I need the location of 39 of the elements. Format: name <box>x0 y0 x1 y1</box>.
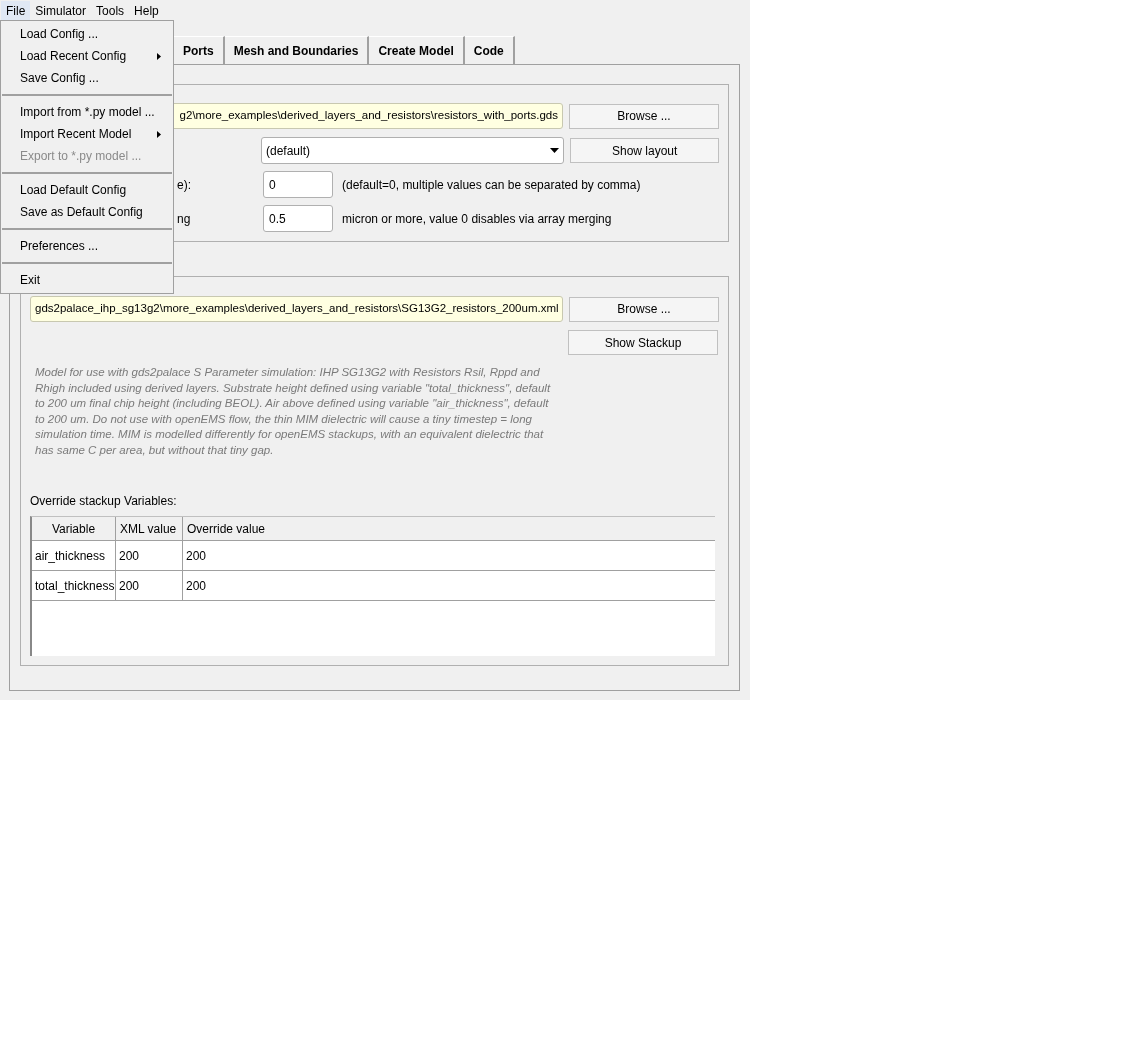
menu-item[interactable]: Save Config ... <box>1 67 173 89</box>
table-cell: 200 <box>116 571 183 600</box>
column-header[interactable]: Override value <box>183 517 715 540</box>
tab[interactable]: Mesh and Boundaries <box>224 36 370 64</box>
dropdown-caret-icon <box>550 148 560 153</box>
stackup-description: Model for use with gds2palace S Parameter simulation: IHP SG13G2 with Resistors Rsil, Rppd and Rhigh included using derived layers. Substrate height defined using variable "total_thickness", default to 200 um final chip height (including BEOL). Air above defined using variable "air_thickness", default to 200 um. Do not use with openEMS flow, the thin MIM dielectric will cause a tiny timestep = long simulation time. MIM is modelled differently for openEMS stackups, with an equivalent dielectric that has same C per area, but without that tiny gap. <box>35 365 552 458</box>
cell-dropdown[interactable]: (default) <box>260 137 565 164</box>
menu-item[interactable]: Load Config ... <box>1 23 173 45</box>
table-cell: 200 <box>116 541 183 570</box>
tab[interactable]: Create Model <box>369 36 465 64</box>
show-layout-button[interactable]: Show layout <box>570 138 719 163</box>
table-cell-text: 200 <box>185 547 208 565</box>
menu-bar-item[interactable]: File <box>1 1 31 21</box>
hint-text: (default=0, multiple values can be separated by comma) <box>342 176 641 194</box>
browse-button[interactable]: Browse ... <box>569 296 719 322</box>
tab[interactable]: Ports <box>174 36 225 64</box>
file-path-field[interactable]: gds2palace_ihp_sg13g2\more_examples\derived_layers_and_resistors\SG13G2_resistors_200um.xml <box>30 296 563 322</box>
text-field[interactable]: 0 <box>263 171 333 198</box>
column-header[interactable]: Variable <box>32 517 116 540</box>
override-label: Override stackup Variables: <box>30 493 177 510</box>
show-stackup-button[interactable]: Show Stackup <box>568 330 718 355</box>
menu-item[interactable]: Exit <box>1 269 173 291</box>
field-label: ng <box>177 210 191 228</box>
menu-item[interactable]: Preferences ... <box>1 235 173 257</box>
menu-bar-item[interactable]: Simulator <box>30 1 92 21</box>
menu-item[interactable]: Save as Default Config <box>1 201 173 223</box>
table-cell: air_thickness <box>32 541 116 570</box>
table-cell-text: 200 <box>185 577 208 595</box>
browse-button[interactable]: Browse ... <box>569 103 719 129</box>
menu-bar-item[interactable]: Help <box>129 1 164 21</box>
text-field[interactable]: 0.5 <box>263 205 333 232</box>
table-cell: total_thickness <box>32 571 116 600</box>
menu-item[interactable]: Load Default Config <box>1 179 173 201</box>
field-label: e): <box>177 176 191 194</box>
column-header[interactable]: XML value <box>116 517 183 540</box>
tab[interactable]: Code <box>464 36 515 64</box>
menu-item[interactable]: Load Recent Config <box>1 45 173 67</box>
menu-bar-item[interactable]: Tools <box>91 1 130 21</box>
hint-text: micron or more, value 0 disables via array merging <box>342 210 612 228</box>
